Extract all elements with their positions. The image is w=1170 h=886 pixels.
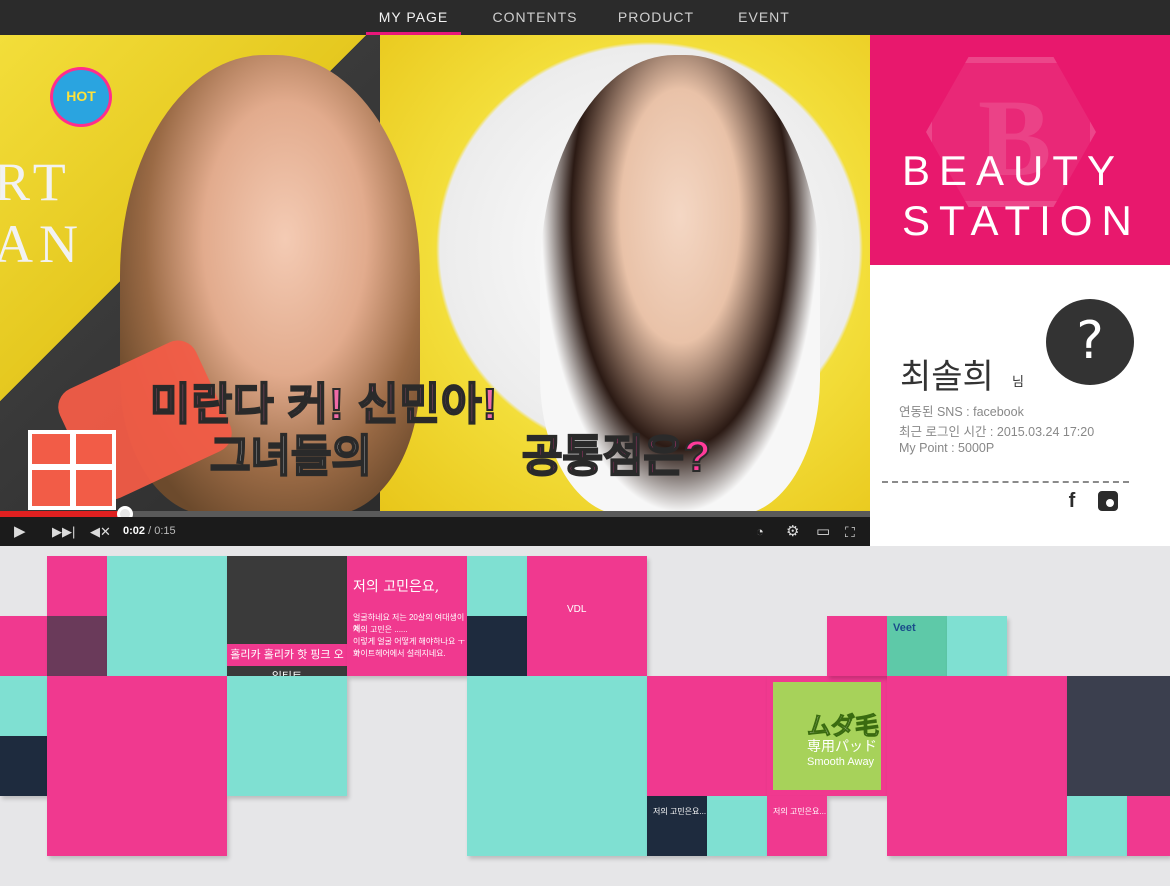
video-caption-line2: 그녀들의	[209, 431, 373, 482]
time-display: 0:02 / 0:15	[123, 525, 176, 537]
mosaic-tile[interactable]	[467, 556, 527, 616]
note-line: 저의 고민은 ......	[353, 625, 408, 634]
theater-icon[interactable]: ▭	[816, 522, 830, 542]
jp-pad-subtitle: 専用パッド	[807, 738, 877, 754]
mosaic-tile[interactable]	[467, 616, 527, 676]
mosaic-tile-pad[interactable]: ムダ毛 専用パッド Smooth Away	[767, 676, 887, 796]
avatar[interactable]: ?	[1046, 299, 1134, 385]
jp-pad-subtitle-en: Smooth Away	[807, 756, 875, 768]
current-time: 0:02	[123, 525, 146, 537]
video-caption-line3: 공통점은?	[521, 431, 712, 482]
note-line: 화이트헤어에서 설레지네요.	[353, 649, 446, 658]
video-frame[interactable]: RT AN T HOT 미란다 커! 신민아! 그녀들의 공통점은?	[0, 35, 870, 511]
hot-badge: HOT	[50, 67, 112, 127]
nav-product[interactable]: PRODUCT	[608, 0, 704, 35]
instagram-icon[interactable]	[1098, 491, 1118, 511]
mosaic-tile-cushion[interactable]	[227, 676, 347, 796]
station-title-line1: BEAUTY	[902, 147, 1125, 194]
mosaic-tile[interactable]	[0, 676, 47, 736]
app-root: MY PAGE CONTENTS PRODUCT EVENT RT AN T H…	[0, 0, 1170, 886]
video-player[interactable]: RT AN T HOT 미란다 커! 신민아! 그녀들의 공통점은? ▶ ▶▶|…	[0, 35, 870, 546]
mosaic-tile-note-small[interactable]: 저의 고민은요...	[647, 796, 707, 856]
mosaic-tile[interactable]	[707, 796, 767, 856]
mosaic-tile-holika[interactable]: 홀리카 홀리카 핫 핑크 오일틴트	[227, 556, 347, 676]
fullscreen-icon[interactable]: ⛶	[845, 522, 855, 542]
mosaic-tile[interactable]	[1127, 796, 1170, 856]
veet-label: Veet	[893, 622, 916, 634]
duration: / 0:15	[148, 525, 176, 537]
gift-icon	[28, 430, 116, 510]
my-point: My Point : 5000P	[899, 441, 995, 455]
note-title: 저의 고민은요,	[353, 579, 440, 595]
mosaic-tile[interactable]	[0, 736, 47, 796]
facebook-icon[interactable]: f	[1060, 489, 1084, 513]
mosaic-tile-veet[interactable]: Veet	[887, 616, 947, 676]
mosaic-tile[interactable]	[947, 616, 1007, 676]
profile-card: ? 최솔희 님 연동된 SNS : facebook 최근 로그인 시간 : 2…	[870, 265, 1170, 546]
profile-divider	[882, 481, 1129, 483]
clock-icon[interactable]: ◔	[756, 522, 764, 542]
linked-sns: 연동된 SNS : facebook	[899, 405, 1024, 419]
mosaic-tile-blush[interactable]	[647, 676, 767, 796]
mosaic-tile-group[interactable]	[887, 676, 1067, 856]
wall-text-left: RT	[0, 152, 72, 212]
last-login: 최근 로그인 시간 : 2015.03.24 17:20	[899, 425, 1095, 439]
mosaic-tile-note[interactable]: 저의 고민은요, 얼굴하네요 저는 20살의 여대생이에 저의 고민은 ....…	[347, 556, 467, 676]
mosaic-tile[interactable]	[0, 616, 47, 676]
note-small-title: 저의 고민은요...	[773, 807, 827, 816]
content-mosaic: 홀리카 홀리카 핫 핑크 오일틴트 저의 고민은요, 얼굴하네요 저는 20살의…	[0, 546, 1170, 886]
station-title-line2: STATION	[902, 197, 1141, 244]
mosaic-tile-vdl[interactable]: VDL	[527, 556, 647, 676]
holika-label: 홀리카 홀리카 핫 핑크 오일틴트	[227, 644, 347, 676]
player-controls: ▶ ▶▶| ◀✕ 0:02 / 0:15 ◔ ⚙ ▭ ⛶	[0, 517, 870, 546]
user-name-suffix: 님	[1012, 374, 1024, 389]
next-icon[interactable]: ▶▶|	[52, 522, 75, 542]
nav-my-page[interactable]: MY PAGE	[366, 0, 461, 35]
play-icon[interactable]: ▶	[14, 522, 26, 542]
mosaic-tile[interactable]	[47, 616, 107, 676]
mosaic-tile[interactable]	[47, 556, 107, 616]
mosaic-tile-portrait[interactable]	[1067, 676, 1170, 796]
top-nav: MY PAGE CONTENTS PRODUCT EVENT	[0, 0, 1170, 35]
beauty-station-panel: B BEAUTY STATION	[870, 35, 1170, 265]
mosaic-tile-cleanser[interactable]	[107, 556, 227, 676]
user-name: 최솔희	[900, 358, 994, 396]
gear-icon[interactable]: ⚙	[786, 522, 799, 542]
mosaic-tile-note-small[interactable]: 저의 고민은요...	[767, 796, 827, 856]
vdl-label: VDL	[567, 604, 587, 615]
mosaic-tile[interactable]	[1067, 796, 1127, 856]
mosaic-tile-epilator[interactable]	[467, 676, 647, 856]
nav-event[interactable]: EVENT	[728, 0, 800, 35]
nav-contents[interactable]: CONTENTS	[484, 0, 586, 35]
mosaic-tile[interactable]	[827, 616, 887, 676]
mosaic-tile-model[interactable]	[47, 676, 227, 856]
note-small-title: 저의 고민은요...	[653, 807, 707, 816]
mute-icon[interactable]: ◀✕	[90, 522, 111, 542]
wall-text-left-2: AN	[0, 214, 84, 274]
